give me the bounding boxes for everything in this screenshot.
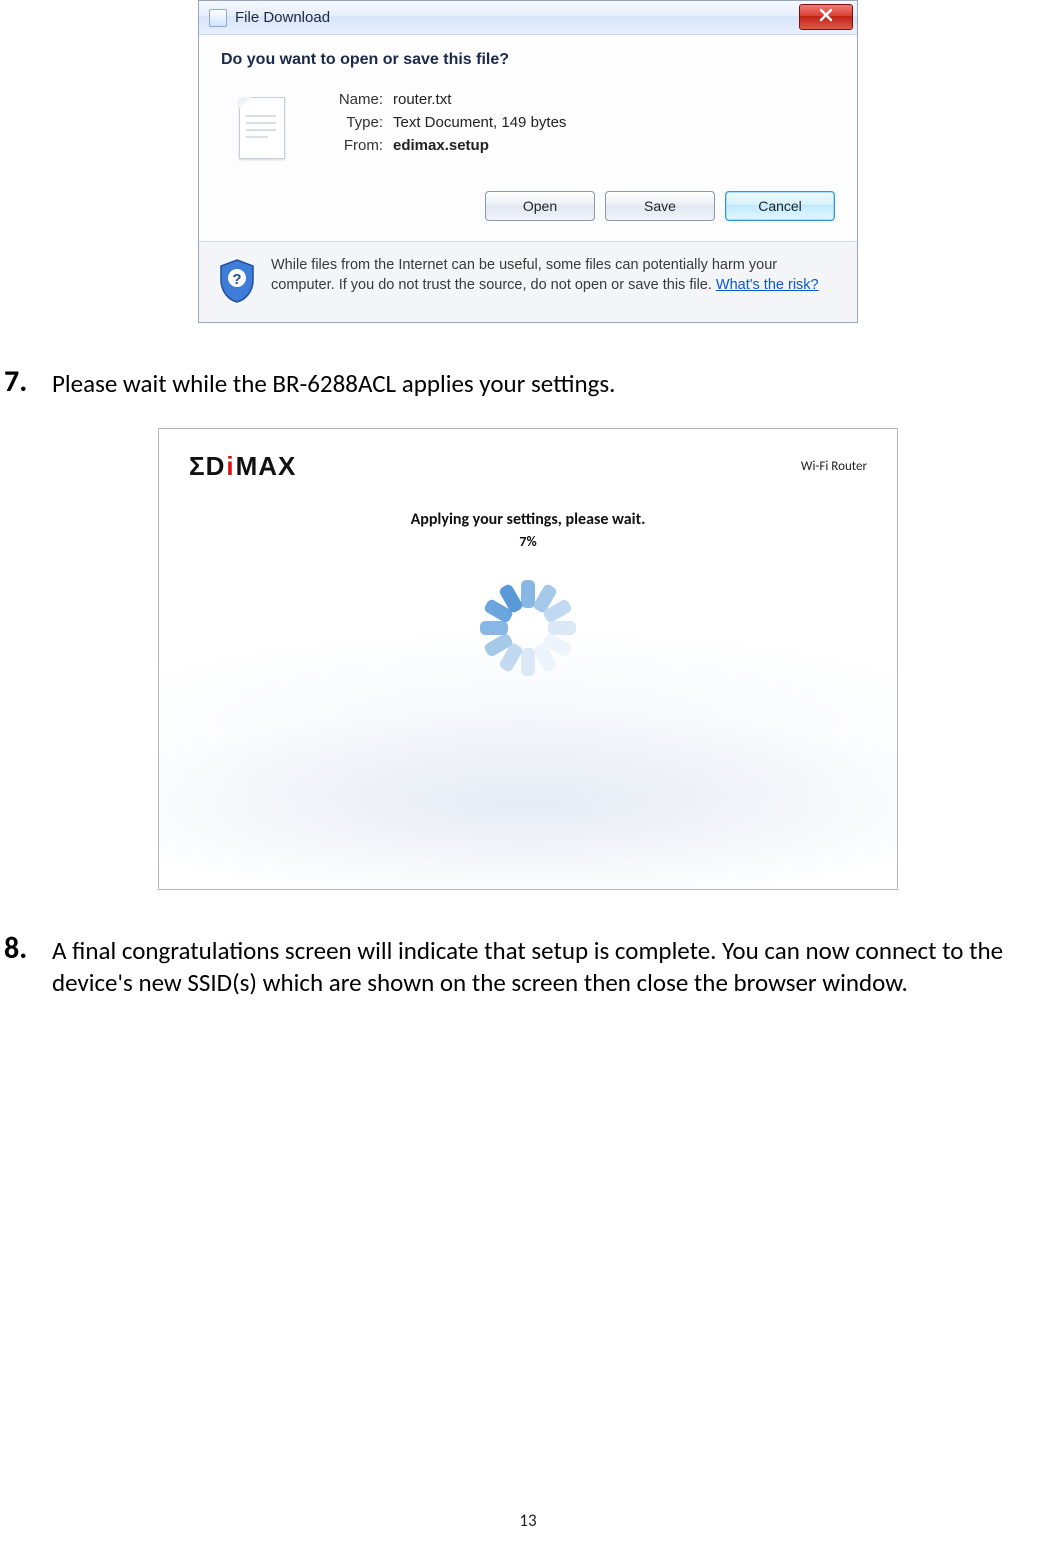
cancel-button-label: Cancel [758,198,802,214]
step-number: 7. [4,365,52,398]
open-button[interactable]: Open [485,191,595,221]
file-icon [233,93,293,167]
dialog-question: Do you want to open or save this file? [221,51,839,69]
step-7: 7. Please wait while the BR-6288ACL appl… [0,365,1056,400]
save-button[interactable]: Save [605,191,715,221]
step-text: Please wait while the BR-6288ACL applies… [52,365,1052,400]
step-text: A final congratulations screen will indi… [52,932,1052,999]
status-text: Applying your settings, please wait. [189,510,867,529]
dialog-titlebar[interactable]: File Download [199,1,857,35]
whats-the-risk-link[interactable]: What's the risk? [716,277,819,293]
page-number: 13 [0,1510,1056,1531]
type-label: Type: [319,114,383,131]
edimax-logo: ΣDiMAX [189,451,296,482]
step-number: 8. [4,932,52,965]
svg-text:?: ? [232,271,241,288]
app-icon [209,9,227,27]
shield-icon: ? [217,258,257,304]
type-value: Text Document, 149 bytes [393,114,566,131]
step-8: 8. A final congratulations screen will i… [0,932,1056,999]
close-icon [819,8,833,26]
file-download-dialog: File Download Do you want to open or sav… [198,0,858,323]
progress-percent: 7% [189,533,867,550]
close-button[interactable] [799,4,853,30]
warning-body: While files from the Internet can be use… [271,257,777,293]
name-label: Name: [319,91,383,108]
dialog-title: File Download [235,9,330,26]
warning-text: While files from the Internet can be use… [271,256,839,304]
from-label: From: [319,137,383,154]
mode-label: Wi-Fi Router [801,459,867,474]
edimax-panel: ΣDiMAX Wi-Fi Router Applying your settin… [158,428,898,890]
name-value: router.txt [393,91,451,108]
save-button-label: Save [644,198,676,214]
from-value: edimax.setup [393,137,489,154]
loading-spinner-icon [474,574,582,682]
cancel-button[interactable]: Cancel [725,191,835,221]
open-button-label: Open [523,198,557,214]
